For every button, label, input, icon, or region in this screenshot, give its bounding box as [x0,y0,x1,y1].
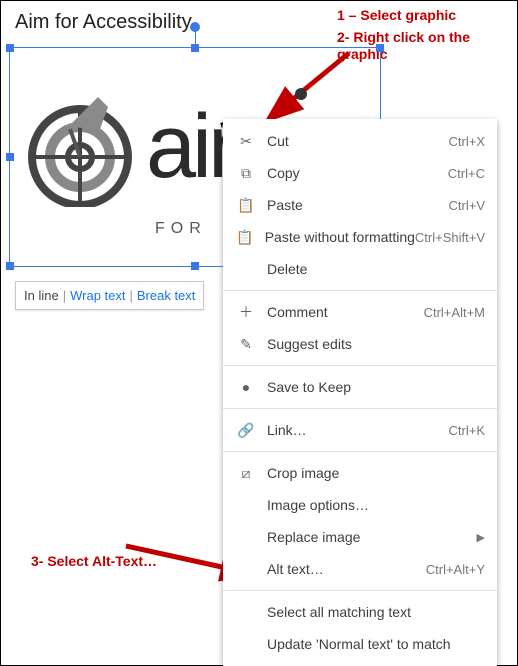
resize-handle[interactable] [6,262,14,270]
break-text-option[interactable]: Break text [137,288,196,303]
comment-icon: ＋ [235,302,257,322]
menu-shortcut: Ctrl+C [448,166,485,181]
menu-item-label: Suggest edits [257,336,485,352]
resize-handle[interactable] [191,262,199,270]
text-wrap-toolbar: In line | Wrap text | Break text [15,281,204,310]
menu-image-options[interactable]: Image options… [223,489,497,521]
menu-shortcut: Ctrl+K [449,423,485,438]
context-menu: ✂ Cut Ctrl+X ⧉ Copy Ctrl+C 📋 Paste Ctrl+… [223,119,497,666]
menu-alt-text[interactable]: Alt text… Ctrl+Alt+Y [223,553,497,585]
menu-item-label: Select all matching text [257,604,485,620]
menu-suggest-edits[interactable]: ✎ Suggest edits [223,328,497,360]
copy-icon: ⧉ [235,165,257,182]
resize-handle[interactable] [191,44,199,52]
menu-item-label: Update 'Normal text' to match [257,636,485,652]
annotation-step1: 1 – Select graphic [337,7,456,24]
menu-item-label: Delete [257,261,485,277]
menu-item-label: Paste without formatting [255,229,415,245]
menu-shortcut: Ctrl+V [449,198,485,213]
page-title: Aim for Accessibility [15,11,192,34]
menu-divider [223,290,497,291]
graphic-subtitle: FOR [155,220,207,238]
menu-replace-image[interactable]: Replace image ▶ [223,521,497,553]
menu-item-label: Cut [257,133,449,149]
crop-icon: ⧄ [235,465,257,482]
resize-handle[interactable] [376,44,384,52]
menu-paste-without-formatting[interactable]: 📋 Paste without formatting Ctrl+Shift+V [223,221,497,253]
suggest-icon: ✎ [235,336,257,353]
menu-copy[interactable]: ⧉ Copy Ctrl+C [223,157,497,189]
menu-divider [223,408,497,409]
menu-item-label: Image options… [257,497,485,513]
menu-divider [223,365,497,366]
keep-icon: ● [235,379,257,395]
graphic-dot [295,88,307,100]
menu-update-style[interactable]: Update 'Normal text' to match [223,628,497,660]
menu-delete[interactable]: Delete [223,253,497,285]
menu-link[interactable]: 🔗 Link… Ctrl+K [223,414,497,446]
resize-handle[interactable] [6,153,14,161]
menu-shortcut: Ctrl+Alt+M [424,305,485,320]
menu-shortcut: Ctrl+X [449,134,485,149]
menu-item-label: Replace image [257,529,477,545]
submenu-arrow-icon: ▶ [477,531,485,544]
menu-item-label: Save to Keep [257,379,485,395]
menu-cut[interactable]: ✂ Cut Ctrl+X [223,125,497,157]
menu-item-label: Paste [257,197,449,213]
menu-item-label: Alt text… [257,561,426,577]
resize-handle[interactable] [6,44,14,52]
menu-item-label: Copy [257,165,448,181]
rotation-handle[interactable] [190,22,200,32]
paste-icon: 📋 [235,197,257,214]
link-icon: 🔗 [235,422,257,439]
menu-item-label: Comment [257,304,424,320]
menu-divider [223,590,497,591]
wrap-inline-option[interactable]: In line [24,288,59,303]
cut-icon: ✂ [235,133,257,150]
menu-select-matching[interactable]: Select all matching text [223,596,497,628]
menu-divider [223,451,497,452]
menu-crop-image[interactable]: ⧄ Crop image [223,457,497,489]
menu-paste[interactable]: 📋 Paste Ctrl+V [223,189,497,221]
target-icon [20,87,140,207]
wrap-text-option[interactable]: Wrap text [70,288,125,303]
menu-shortcut: Ctrl+Alt+Y [426,562,485,577]
menu-comment[interactable]: ＋ Comment Ctrl+Alt+M [223,296,497,328]
menu-item-label: Crop image [257,465,485,481]
menu-item-label: Link… [257,422,449,438]
menu-shortcut: Ctrl+Shift+V [415,230,485,245]
paste-plain-icon: 📋 [235,229,255,246]
menu-save-to-keep[interactable]: ● Save to Keep [223,371,497,403]
